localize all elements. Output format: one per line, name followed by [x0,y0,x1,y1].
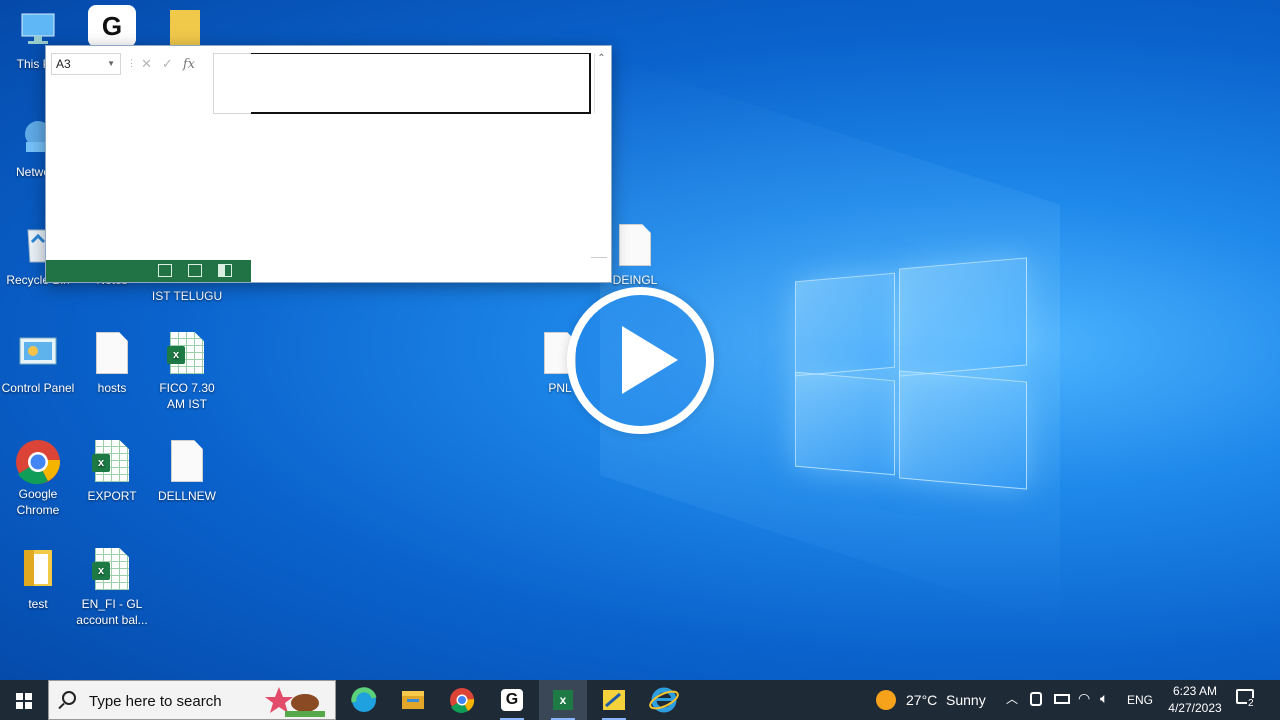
search-box[interactable]: Type here to search [48,680,336,720]
search-placeholder: Type here to search [89,693,222,710]
taskbar-sticky-notes[interactable] [590,680,638,720]
excel-window[interactable]: A3 ▼ ⋮ ✕✓fx ⌃ [45,45,612,283]
name-box[interactable]: A3 ▼ [51,53,121,75]
tray-battery[interactable] [1054,694,1072,720]
divider [591,257,607,258]
fx-icon[interactable]: fx [183,57,195,72]
chevron-up-icon: ︿ [1006,692,1019,706]
desktop-icon-test[interactable]: test [0,548,76,612]
file-icon [167,440,207,484]
notification-count: 2 [1247,698,1255,709]
desktop-icon-control-panel[interactable]: Control Panel [0,332,76,396]
notes-icon [603,690,625,710]
desktop-icon-en-fi-gl[interactable]: x EN_FI - GL account bal... [74,548,150,628]
battery-icon [1054,694,1070,704]
desktop-icon-grammarly[interactable]: G [88,5,136,47]
page-layout-icon[interactable] [188,264,202,277]
taskbar-grammarly[interactable]: G [488,680,536,720]
tray-language[interactable]: ENG [1127,693,1155,720]
chrome-icon [450,688,475,713]
icon-label: FICO 7.30 AM IST [159,381,215,411]
icon-label: Control Panel [1,381,75,395]
chrome-icon [16,438,61,485]
desktop-icon-export[interactable]: x EXPORT [74,440,150,504]
name-box-value: A3 [56,57,71,71]
search-highlight-icon [265,685,325,717]
weather-widget[interactable]: 27°C Sunny [874,680,994,720]
excel-file-icon: x [92,440,132,484]
desktop-icon-ist-telugu[interactable]: IST TELUGU [149,288,225,304]
clock-time: 6:23 AM [1172,684,1218,698]
tray-meet-now[interactable] [1030,692,1046,720]
meet-now-icon [1030,692,1042,706]
play-icon [622,326,678,394]
chevron-down-icon[interactable]: ▼ [107,54,115,74]
formula-bar[interactable] [213,53,591,114]
clock[interactable]: 6:23 AM 4/27/2023 [1158,683,1232,720]
weather-text: Sunny [946,692,986,708]
icon-label: IST TELUGU [151,289,223,303]
volume-icon: 🔈︎ [1100,690,1109,706]
sun-icon [876,690,896,710]
desktop-icon-pdf-folder[interactable] [170,10,200,46]
weather-temp: 27°C [906,692,938,708]
formula-bar-expand[interactable]: ⌃ [594,53,608,113]
windows-start-icon [16,693,32,709]
taskbar-chrome[interactable] [438,680,486,720]
file-icon [615,224,655,268]
icon-label: DELLNEW [157,489,216,503]
active-cell-outline [251,53,591,114]
tray-volume[interactable]: 🔈︎ [1100,690,1118,720]
notification-center[interactable]: 2 [1236,689,1266,720]
excel-file-icon: x [167,332,207,376]
icon-label: Google Chrome [16,487,60,517]
folder-icon [18,548,58,592]
folder-icon [402,691,424,709]
taskbar-file-explorer[interactable] [389,680,437,720]
edge-icon [351,687,377,712]
taskbar-internet-explorer[interactable] [640,680,688,720]
desktop-icon-hosts[interactable]: hosts [74,332,150,396]
formula-tools: ✕✓fx [141,56,195,72]
taskbar-excel[interactable]: x [539,680,587,720]
internet-explorer-icon [649,687,679,713]
desktop-icon-fico[interactable]: x FICO 7.30 AM IST [149,332,225,412]
start-button[interactable] [0,680,48,720]
icon-label: test [28,597,48,611]
search-icon [62,691,76,705]
desktop-icon-google-chrome[interactable]: Google Chrome [0,438,76,518]
page-break-icon[interactable] [218,264,232,277]
status-bar [46,260,251,282]
check-icon[interactable]: ✓ [162,56,183,71]
divider-dots: ⋮ [127,58,136,68]
icon-label: EN_FI - GL account bal... [76,597,148,627]
taskbar: Type here to search G x 27°C Sunny ︿ ◠ 🔈… [0,680,1280,720]
normal-view-icon[interactable] [158,264,172,277]
language-indicator: ENG [1127,693,1154,707]
cancel-icon[interactable]: ✕ [141,56,162,71]
excel-file-icon: x [92,548,132,592]
icon-label: hosts [97,381,127,395]
file-icon [92,332,132,376]
grammarly-icon: G [501,689,523,711]
tray-wifi[interactable]: ◠ [1078,690,1096,720]
icon-label: EXPORT [87,489,137,503]
wifi-icon: ◠ [1078,690,1091,706]
clock-date: 4/27/2023 [1168,701,1222,715]
taskbar-edge[interactable] [340,680,388,720]
excel-icon: x [553,690,573,710]
show-hidden-icons[interactable]: ︿ [1006,690,1020,720]
windows-logo-wallpaper [795,255,1030,493]
play-button[interactable] [567,287,714,434]
desktop-icon-dellnew[interactable]: DELLNEW [149,440,225,504]
control-panel-icon [18,332,58,376]
